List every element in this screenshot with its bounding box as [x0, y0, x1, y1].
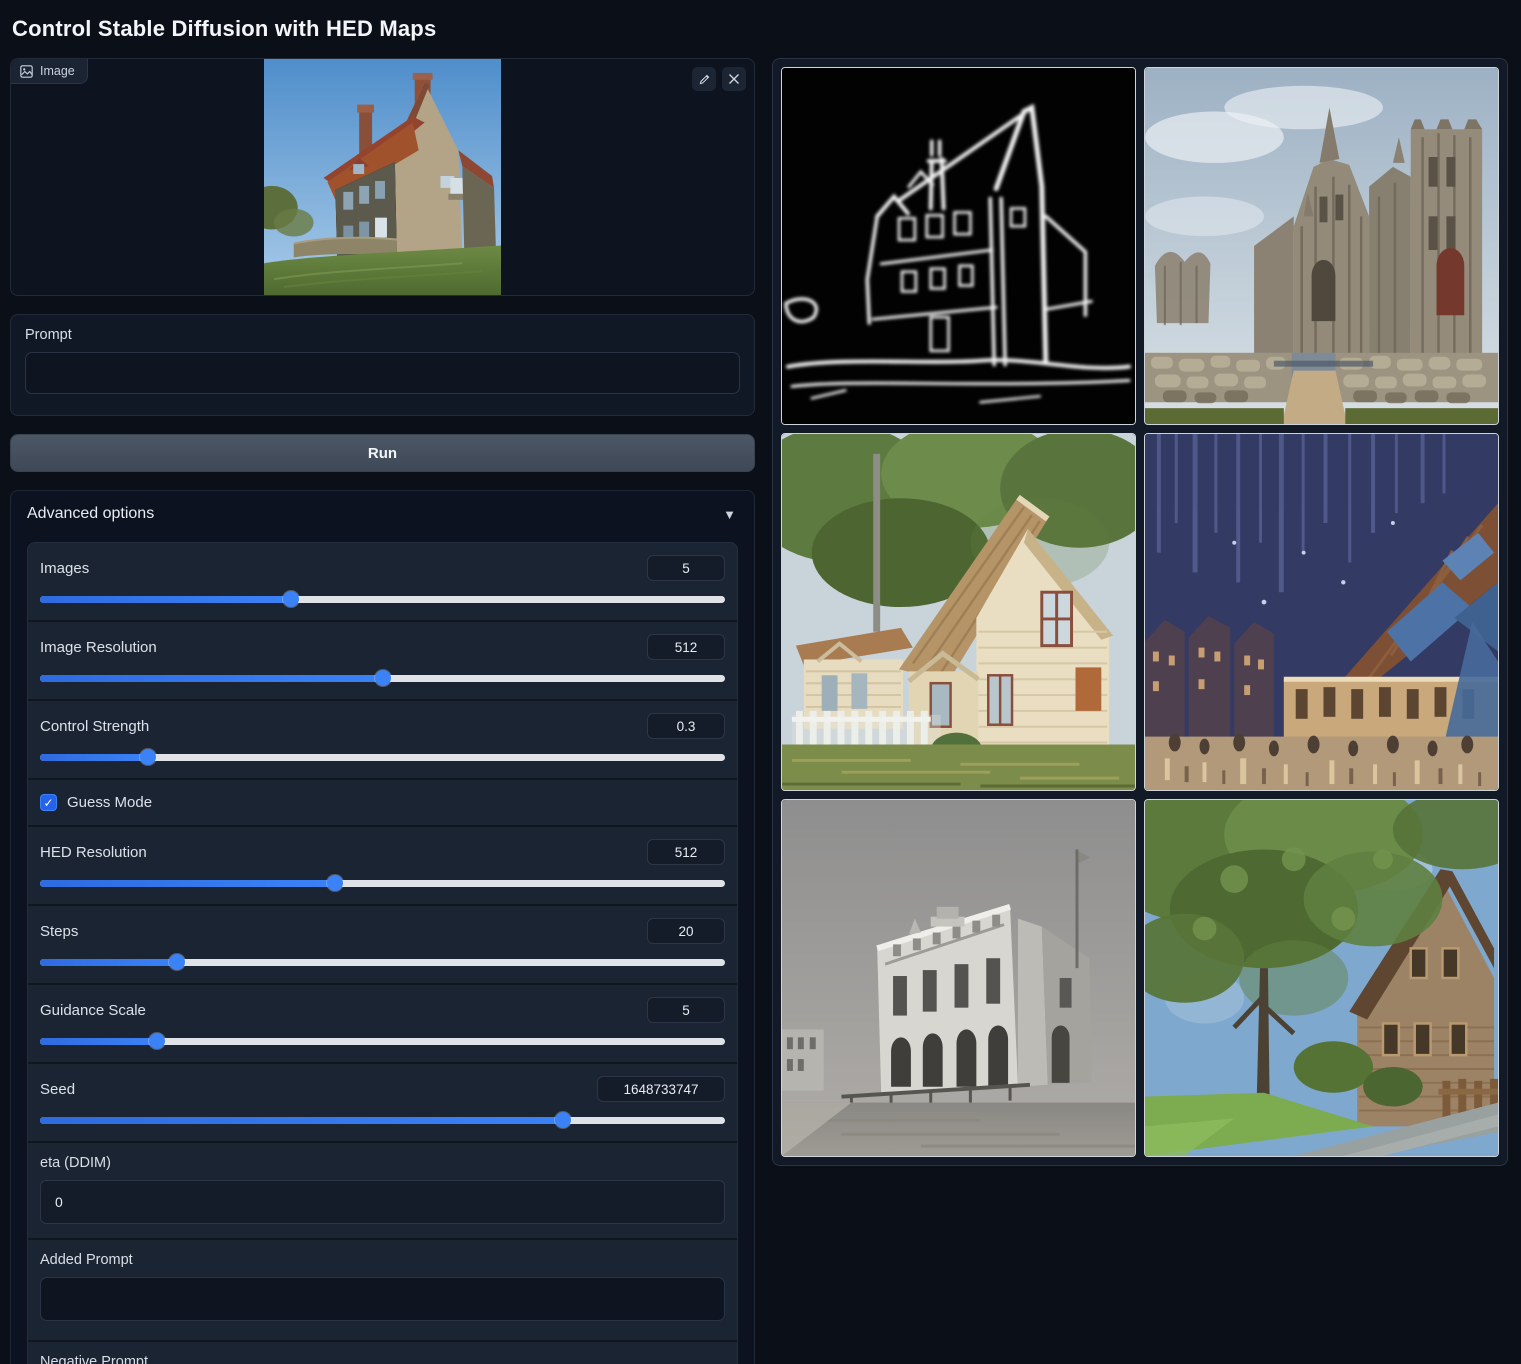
steps-label: Steps — [40, 923, 78, 940]
guidance-scale-row: Guidance Scale — [28, 983, 737, 1062]
gallery-item-painterly-street[interactable] — [1144, 433, 1499, 791]
seed-row: Seed — [28, 1062, 737, 1141]
stone-house-art — [1145, 800, 1498, 1156]
edit-image-button[interactable] — [692, 67, 716, 91]
slider-handle[interactable] — [169, 954, 185, 970]
added-prompt-label: Added Prompt — [40, 1252, 725, 1268]
image-resolution-slider[interactable] — [40, 671, 725, 685]
steps-row: Steps — [28, 904, 737, 983]
advanced-options-accordion: Advanced options ▼ Images — [10, 490, 755, 1364]
guidance-scale-label: Guidance Scale — [40, 1002, 146, 1019]
eta-row: eta (DDIM) — [28, 1141, 737, 1238]
grayscale-building-art — [782, 800, 1135, 1156]
images-label: Images — [40, 560, 89, 577]
negative-prompt-label: Negative Prompt — [40, 1354, 725, 1364]
guidance-scale-slider[interactable] — [40, 1034, 725, 1048]
output-gallery — [772, 58, 1508, 1166]
seed-value-input[interactable] — [597, 1076, 725, 1102]
guidance-scale-value-input[interactable] — [647, 997, 725, 1023]
check-icon: ✓ — [43, 797, 53, 809]
images-row: Images — [28, 543, 737, 620]
gallery-item-hed-edge-map[interactable] — [781, 67, 1136, 425]
gallery-item-grayscale-building[interactable] — [781, 799, 1136, 1157]
eta-input[interactable] — [40, 1180, 725, 1224]
painterly-street-art — [1145, 434, 1498, 790]
image-icon — [20, 65, 33, 78]
hed-resolution-slider[interactable] — [40, 876, 725, 890]
clear-image-button[interactable] — [722, 67, 746, 91]
guess-mode-label: Guess Mode — [67, 794, 152, 811]
control-strength-slider[interactable] — [40, 750, 725, 764]
seed-slider[interactable] — [40, 1113, 725, 1127]
image-resolution-value-input[interactable] — [647, 634, 725, 660]
hed-resolution-value-input[interactable] — [647, 839, 725, 865]
image-component-label: Image — [11, 59, 88, 84]
slider-handle[interactable] — [140, 749, 156, 765]
control-strength-label: Control Strength — [40, 718, 149, 735]
page-title: Control Stable Diffusion with HED Maps — [12, 16, 1508, 42]
gallery-item-cathedral[interactable] — [1144, 67, 1499, 425]
cathedral-art — [1145, 68, 1498, 424]
eta-label: eta (DDIM) — [40, 1155, 725, 1171]
negative-prompt-row: Negative Prompt — [28, 1340, 737, 1364]
steps-slider[interactable] — [40, 955, 725, 969]
slider-handle[interactable] — [149, 1033, 165, 1049]
prompt-panel: Prompt — [10, 314, 755, 416]
cream-house-art — [782, 434, 1135, 790]
images-value-input[interactable] — [647, 555, 725, 581]
slider-handle[interactable] — [283, 591, 299, 607]
prompt-label: Prompt — [25, 327, 740, 343]
run-button[interactable]: Run — [10, 434, 755, 472]
input-image-panel: Image — [10, 58, 755, 296]
prompt-input[interactable] — [25, 352, 740, 394]
advanced-options-form: Images Image Resolution — [27, 542, 738, 1364]
uploaded-image[interactable] — [11, 59, 754, 295]
control-strength-row: Control Strength — [28, 699, 737, 778]
slider-handle[interactable] — [555, 1112, 571, 1128]
close-icon — [728, 73, 740, 85]
guess-mode-checkbox[interactable]: ✓ — [40, 794, 57, 811]
controls-column: Image — [10, 58, 755, 1364]
chevron-down-icon: ▼ — [723, 507, 736, 522]
steps-value-input[interactable] — [647, 918, 725, 944]
slider-handle[interactable] — [375, 670, 391, 686]
advanced-options-title: Advanced options — [27, 505, 154, 523]
hed-resolution-label: HED Resolution — [40, 844, 147, 861]
added-prompt-row: Added Prompt — [28, 1238, 737, 1340]
seed-label: Seed — [40, 1081, 75, 1098]
app-page: Control Stable Diffusion with HED Maps I… — [0, 0, 1521, 1364]
pencil-icon — [698, 73, 711, 86]
slider-handle[interactable] — [327, 875, 343, 891]
hed-resolution-row: HED Resolution — [28, 825, 737, 904]
added-prompt-input[interactable] — [40, 1277, 725, 1321]
control-strength-value-input[interactable] — [647, 713, 725, 739]
uploaded-house-photo-art — [264, 59, 502, 295]
advanced-options-header[interactable]: Advanced options ▼ — [11, 491, 754, 536]
guess-mode-row[interactable]: ✓ Guess Mode — [28, 778, 737, 825]
results-column — [772, 58, 1508, 1166]
image-resolution-label: Image Resolution — [40, 639, 157, 656]
images-slider[interactable] — [40, 592, 725, 606]
gallery-item-stone-house[interactable] — [1144, 799, 1499, 1157]
hed-edge-map-art — [782, 68, 1135, 424]
image-resolution-row: Image Resolution — [28, 620, 737, 699]
gallery-item-cream-house[interactable] — [781, 433, 1136, 791]
